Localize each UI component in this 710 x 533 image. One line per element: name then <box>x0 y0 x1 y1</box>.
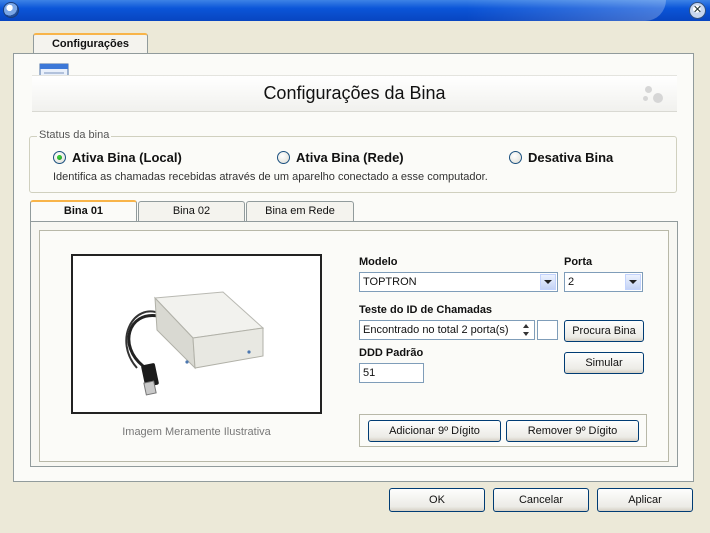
tab-configuracoes[interactable]: Configurações <box>33 33 148 54</box>
status-group: Status da bina Ativa Bina (Local) Ativa … <box>29 129 677 193</box>
title-bar: ✕ <box>0 0 710 21</box>
apply-button[interactable]: Aplicar <box>597 488 693 512</box>
teste-id-field[interactable]: Encontrado no total 2 porta(s) <box>359 320 535 340</box>
radio-unselected-icon <box>277 151 290 164</box>
procura-bina-button[interactable]: Procura Bina <box>564 320 644 342</box>
spin-up-icon[interactable] <box>523 324 529 328</box>
window-body: Configurações Configurações da Bina Stat… <box>0 21 710 533</box>
bina-01-content: Imagem Meramente Ilustrativa Modelo TOPT… <box>39 230 669 462</box>
caller-id-device-icon <box>125 291 265 396</box>
tab-bina-02[interactable]: Bina 02 <box>138 201 245 221</box>
device-image <box>71 254 322 414</box>
teste-id-spinner[interactable] <box>519 320 535 340</box>
header-banner: Configurações da Bina <box>32 75 677 112</box>
radio-label: Ativa Bina (Local) <box>72 150 182 165</box>
teste-id-label: Teste do ID de Chamadas <box>359 304 493 316</box>
image-caption: Imagem Meramente Ilustrativa <box>122 426 271 438</box>
page-title: Configurações da Bina <box>263 83 446 103</box>
porta-value: 2 <box>568 276 575 288</box>
remove-ninth-digit-button[interactable]: Remover 9º Dígito <box>506 420 639 442</box>
ninth-digit-group: Adicionar 9º Dígito Remover 9º Dígito <box>359 414 647 447</box>
chevron-down-icon[interactable] <box>540 274 556 290</box>
tab-bina-01[interactable]: Bina 01 <box>30 200 137 222</box>
ok-button[interactable]: OK <box>389 488 485 512</box>
porta-label: Porta <box>564 256 593 268</box>
simular-button[interactable]: Simular <box>564 352 644 374</box>
close-button[interactable]: ✕ <box>689 2 706 19</box>
teste-id-extra-field[interactable] <box>537 320 558 340</box>
title-bar-highlight <box>466 0 666 21</box>
radio-label: Desativa Bina <box>528 150 614 165</box>
radio-ativa-bina-rede[interactable]: Ativa Bina (Rede) <box>277 150 404 165</box>
radio-unselected-icon <box>509 151 522 164</box>
modelo-select[interactable]: TOPTRON <box>359 272 558 292</box>
modelo-label: Modelo <box>359 256 398 268</box>
ddd-label: DDD Padrão <box>359 347 424 359</box>
radio-label: Ativa Bina (Rede) <box>296 150 404 165</box>
decoration-dots-icon <box>641 84 667 106</box>
system-menu-icon[interactable] <box>3 2 19 18</box>
radio-desativa-bina[interactable]: Desativa Bina <box>509 150 613 165</box>
modelo-value: TOPTRON <box>363 276 417 288</box>
ddd-field[interactable]: 51 <box>359 363 424 383</box>
spin-down-icon[interactable] <box>523 332 529 336</box>
status-description: Identifica as chamadas recebidas através… <box>53 171 488 183</box>
cancel-button[interactable]: Cancelar <box>493 488 589 512</box>
bina-01-panel: Imagem Meramente Ilustrativa Modelo TOPT… <box>30 221 678 467</box>
porta-select[interactable]: 2 <box>564 272 643 292</box>
status-legend: Status da bina <box>37 129 112 141</box>
radio-ativa-bina-local[interactable]: Ativa Bina (Local) <box>53 150 182 165</box>
tab-bina-em-rede[interactable]: Bina em Rede <box>246 201 354 221</box>
add-ninth-digit-button[interactable]: Adicionar 9º Dígito <box>368 420 501 442</box>
chevron-down-icon[interactable] <box>625 274 641 290</box>
radio-selected-icon <box>53 151 66 164</box>
configuracoes-panel: Configurações da Bina Status da bina Ati… <box>13 53 694 482</box>
